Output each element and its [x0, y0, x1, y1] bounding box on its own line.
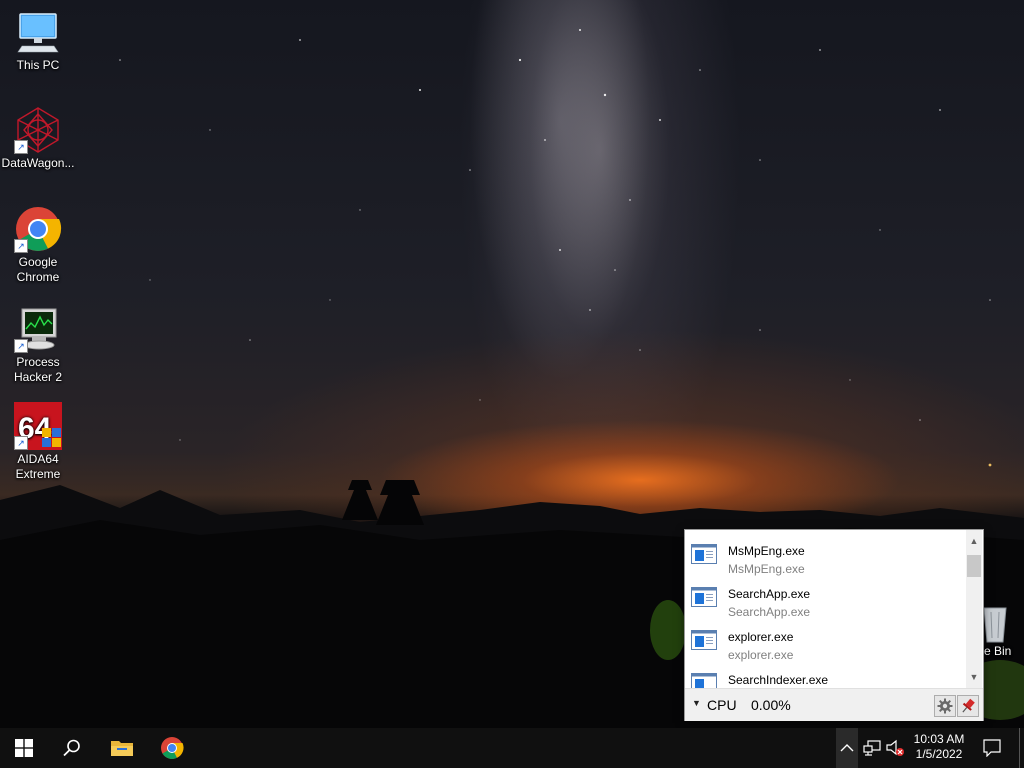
- shortcut-arrow-icon: ↗: [14, 339, 28, 353]
- notification-icon: [983, 739, 1001, 757]
- folder-icon: [111, 741, 133, 756]
- desktop-icon-datawagon[interactable]: ↗ DataWagon...: [0, 106, 76, 171]
- network-tray-button[interactable]: [860, 728, 884, 768]
- shortcut-arrow-icon: ↗: [14, 140, 28, 154]
- process-name: SearchApp.exe: [728, 587, 811, 601]
- taskbar-google-chrome[interactable]: [148, 728, 196, 768]
- chrome-icon: ↗: [14, 205, 62, 253]
- desktop-icon-label: AIDA64 Extreme: [15, 452, 61, 481]
- start-button[interactable]: [0, 728, 48, 768]
- settings-button[interactable]: [934, 695, 956, 717]
- scrollbar-thumb[interactable]: [967, 555, 981, 577]
- chrome-icon: [161, 737, 184, 759]
- desktop-icon-label: Process Hacker 2: [13, 355, 63, 384]
- taskbar-clock[interactable]: 10:03 AM 1/5/2022: [905, 732, 973, 762]
- application-window-icon: [691, 587, 717, 607]
- metric-selector[interactable]: CPU: [707, 697, 737, 713]
- process-list-scrollbar[interactable]: ▲ ▼: [966, 530, 982, 688]
- scroll-up-arrow-icon[interactable]: ▲: [966, 534, 982, 548]
- shortcut-arrow-icon: ↗: [14, 436, 28, 450]
- taskbar: 10:03 AM 1/5/2022: [0, 728, 1024, 768]
- process-hacker-tray-popup: MsMpEng.exe MsMpEng.exe SearchApp.exe Se…: [684, 529, 984, 721]
- process-name: explorer.exe: [728, 630, 794, 644]
- volume-tray-button[interactable]: [883, 728, 907, 768]
- metric-dropdown-arrow-icon[interactable]: ▼: [692, 698, 701, 708]
- desktop-icon-label: This PC: [16, 58, 60, 72]
- list-item[interactable]: SearchIndexer.exe: [685, 659, 965, 688]
- taskbar-file-explorer[interactable]: [98, 728, 146, 768]
- computer-icon: [14, 8, 62, 56]
- windows-logo-icon: [15, 739, 33, 757]
- desktop-icon-process-hacker[interactable]: ↗ Process Hacker 2: [0, 305, 76, 385]
- process-hacker-icon: ↗: [14, 305, 62, 353]
- application-window-icon: [691, 630, 717, 650]
- process-list[interactable]: MsMpEng.exe MsMpEng.exe SearchApp.exe Se…: [685, 530, 965, 688]
- desktop-icon-google-chrome[interactable]: ↗ Google Chrome: [0, 205, 76, 285]
- desktop-icon-label: Google Chrome: [16, 255, 60, 284]
- list-item[interactable]: MsMpEng.exe MsMpEng.exe: [685, 530, 965, 576]
- process-name: SearchIndexer.exe: [728, 673, 829, 687]
- application-window-icon: [691, 673, 717, 688]
- network-icon: [863, 740, 881, 756]
- pin-button[interactable]: [957, 695, 979, 717]
- pin-icon: [962, 698, 975, 713]
- recycle-bin-icon: [980, 604, 1010, 644]
- scroll-down-arrow-icon[interactable]: ▼: [966, 670, 982, 684]
- speaker-muted-icon: [886, 739, 904, 756]
- shortcut-arrow-icon: ↗: [14, 239, 28, 253]
- starfield: [119, 29, 992, 467]
- metric-value: 0.00%: [751, 697, 791, 713]
- list-item[interactable]: SearchApp.exe SearchApp.exe: [685, 573, 965, 619]
- chevron-up-icon: [840, 744, 854, 752]
- datawagon-icon: ↗: [14, 106, 62, 154]
- show-desktop-button[interactable]: [1019, 728, 1024, 768]
- gear-icon: [937, 698, 953, 714]
- show-hidden-icons-button[interactable]: [836, 728, 858, 768]
- process-name: MsMpEng.exe: [728, 544, 805, 558]
- desktop-icon-label: DataWagon...: [1, 156, 75, 170]
- search-button[interactable]: [48, 728, 96, 768]
- popup-footer: ▼ CPU 0.00%: [685, 688, 983, 721]
- clock-time: 10:03 AM: [913, 732, 965, 746]
- aida64-icon: 64 ↗: [14, 402, 62, 450]
- desktop-icon-this-pc[interactable]: This PC: [0, 8, 76, 73]
- desktop-icon-aida64[interactable]: 64 ↗ AIDA64 Extreme: [0, 402, 76, 482]
- search-icon: [63, 739, 80, 757]
- clock-date: 1/5/2022: [915, 747, 963, 761]
- action-center-button[interactable]: [980, 728, 1004, 768]
- application-window-icon: [691, 544, 717, 564]
- list-item[interactable]: explorer.exe explorer.exe: [685, 616, 965, 662]
